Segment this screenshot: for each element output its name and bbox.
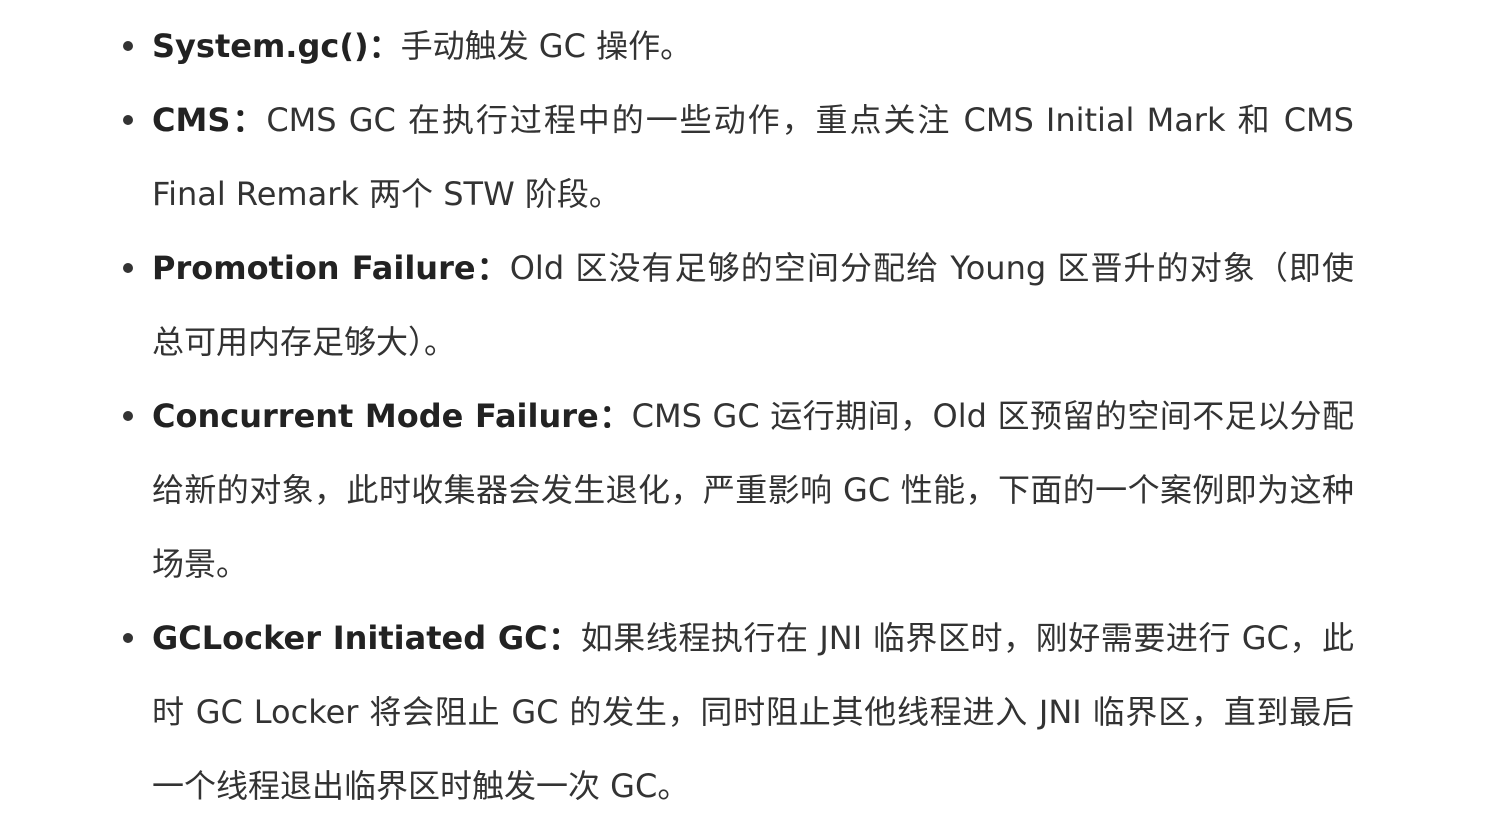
- bullet-icon: [123, 411, 133, 421]
- term-label: CMS: [152, 101, 231, 139]
- term-colon: ：: [598, 397, 632, 435]
- list-item-promotion-failure: Promotion Failure：Old 区没有足够的空间分配给 Young …: [0, 231, 1486, 379]
- term-colon: ：: [547, 619, 581, 657]
- list-item-cms: CMS：CMS GC 在执行过程中的一些动作，重点关注 CMS Initial …: [0, 83, 1486, 231]
- term-description: 手动触发 GC 操作。: [400, 27, 693, 65]
- gc-cause-list: System.gc()：手动触发 GC 操作。 CMS：CMS GC 在执行过程…: [0, 9, 1486, 823]
- term-label: System.gc(): [152, 27, 369, 65]
- term-label: Concurrent Mode Failure: [152, 397, 599, 435]
- term-colon: ：: [368, 27, 401, 65]
- bullet-icon: [123, 633, 133, 643]
- list-item-concurrent-mode-failure: Concurrent Mode Failure：CMS GC 运行期间，Old …: [0, 379, 1486, 601]
- bullet-icon: [123, 41, 133, 51]
- term-colon: ：: [230, 101, 267, 139]
- document-body: System.gc()：手动触发 GC 操作。 CMS：CMS GC 在执行过程…: [0, 9, 1486, 823]
- term-label: GCLocker Initiated GC: [152, 619, 548, 657]
- term-description: CMS GC 在执行过程中的一些动作，重点关注 CMS Initial Mark…: [152, 101, 1354, 213]
- bullet-icon: [123, 115, 133, 125]
- list-item-system-gc: System.gc()：手动触发 GC 操作。: [0, 9, 1486, 83]
- bullet-icon: [123, 263, 133, 273]
- term-label: Promotion Failure: [152, 249, 476, 287]
- term-colon: ：: [475, 249, 510, 287]
- list-item-gclocker-initiated-gc: GCLocker Initiated GC：如果线程执行在 JNI 临界区时，刚…: [0, 601, 1486, 823]
